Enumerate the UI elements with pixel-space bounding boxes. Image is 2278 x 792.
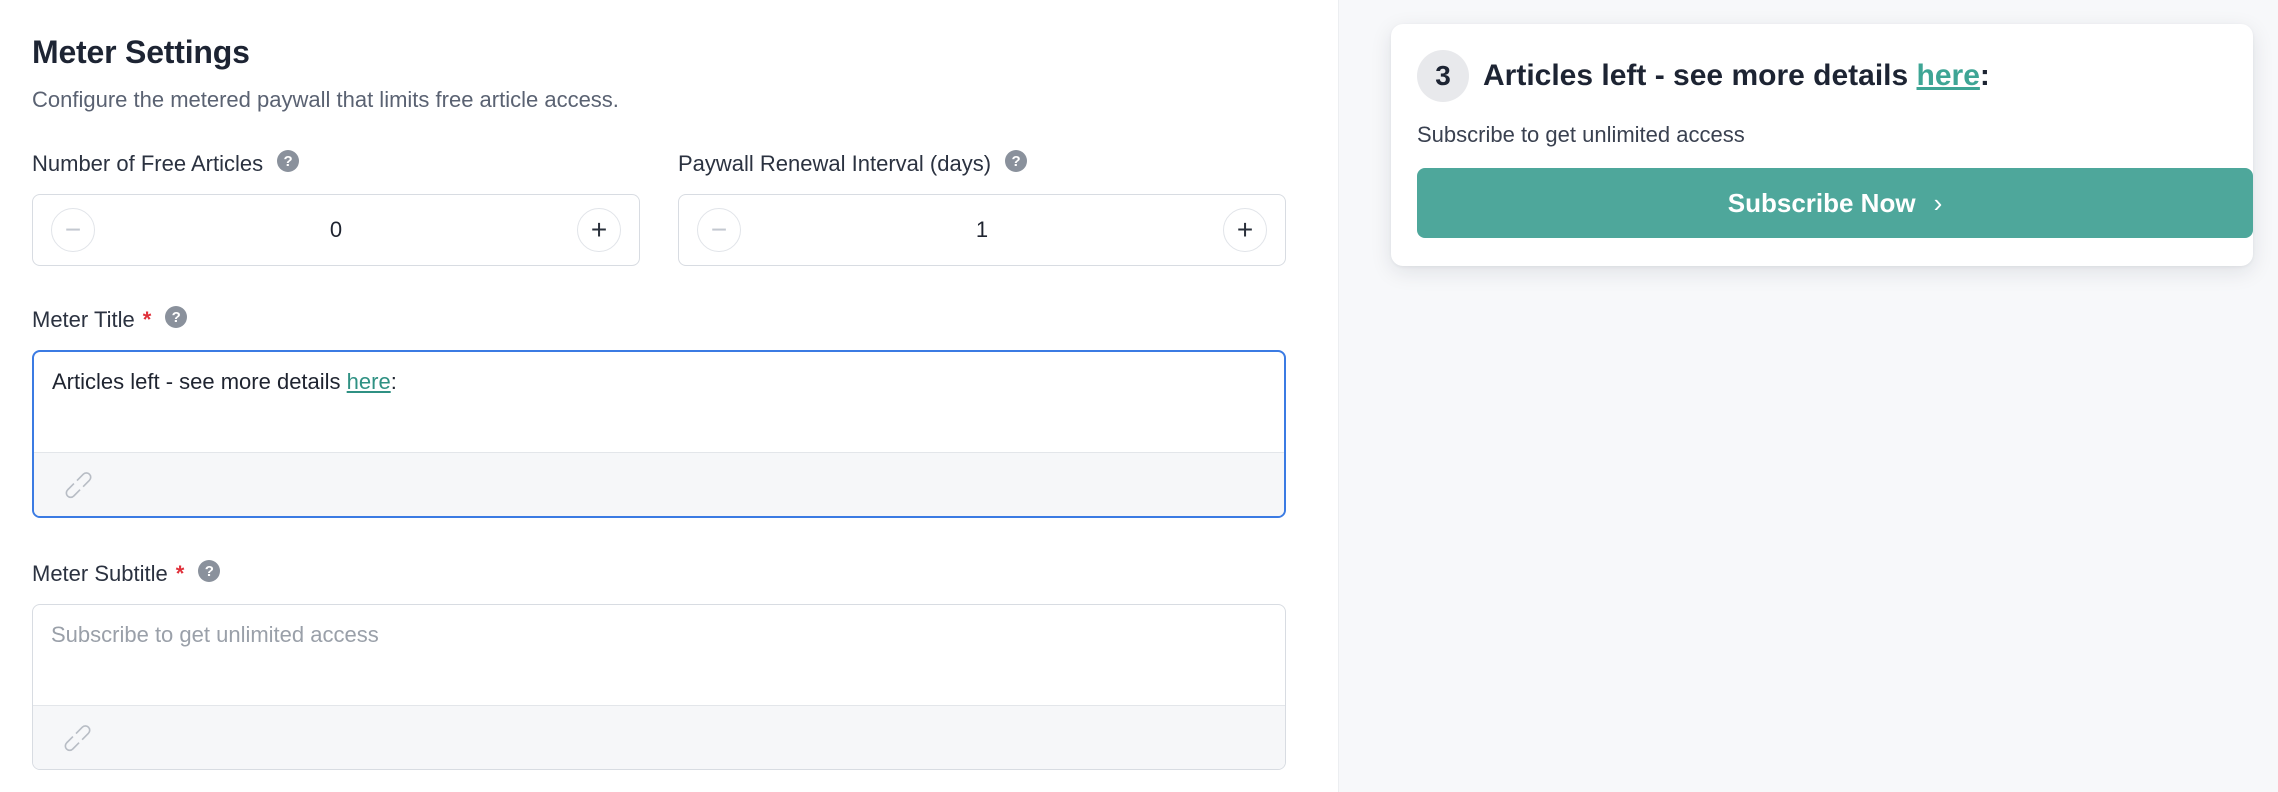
required-mark: * <box>142 307 152 332</box>
editor-toolbar: ⊂⊃ <box>33 705 1285 769</box>
required-mark: * <box>175 561 185 586</box>
link-icon[interactable]: ⊂⊃ <box>56 462 100 506</box>
meter-preview-title: Articles left - see more details here: <box>1483 59 1990 93</box>
meter-title-text: Articles left - see more details <box>52 369 347 394</box>
meter-subtitle-editor[interactable]: Subscribe to get unlimited access ⊂⊃ <box>32 604 1286 770</box>
meter-title-input[interactable]: Articles left - see more details here: <box>34 352 1284 452</box>
meter-title-label-text: Meter Title <box>32 307 135 332</box>
plus-icon: + <box>1236 214 1254 245</box>
meter-preview-title-text: Articles left - see more details <box>1483 59 1917 92</box>
meter-preview-title-link[interactable]: here <box>1917 59 1980 92</box>
subscribe-now-button[interactable]: Subscribe Now › <box>1417 168 2253 238</box>
meter-title-field: Meter Title * ? Articles left - see more… <box>32 306 1286 518</box>
free-articles-stepper: − 0 + <box>32 194 640 266</box>
page-title: Meter Settings <box>32 34 250 70</box>
renewal-interval-field: Paywall Renewal Interval (days) ? − 1 + <box>678 150 1286 266</box>
page: Meter Settings Configure the metered pay… <box>0 0 2278 792</box>
help-icon[interactable]: ? <box>165 306 188 328</box>
decrement-button[interactable]: − <box>697 208 741 252</box>
stepper-row: Number of Free Articles ? − 0 + Paywall … <box>32 150 1286 266</box>
subscribe-now-label: Subscribe Now <box>1727 187 1916 218</box>
meter-subtitle-label: Meter Subtitle * ? <box>32 560 1286 588</box>
free-articles-field: Number of Free Articles ? − 0 + <box>32 150 640 266</box>
minus-icon: − <box>710 214 728 245</box>
renewal-interval-label: Paywall Renewal Interval (days) ? <box>678 150 1286 178</box>
articles-left-count-badge: 3 <box>1417 50 1469 102</box>
renewal-interval-stepper: − 1 + <box>678 194 1286 266</box>
meter-preview-header: 3 Articles left - see more details here: <box>1417 50 2227 102</box>
meter-subtitle-input[interactable]: Subscribe to get unlimited access <box>33 605 1285 705</box>
meter-title-editor[interactable]: Articles left - see more details here: ⊂… <box>32 350 1286 518</box>
increment-button[interactable]: + <box>577 208 621 252</box>
help-icon[interactable]: ? <box>1005 150 1028 172</box>
free-articles-label-text: Number of Free Articles <box>32 151 264 176</box>
help-icon[interactable]: ? <box>198 560 221 582</box>
decrement-button[interactable]: − <box>51 208 95 252</box>
meter-title-label: Meter Title * ? <box>32 306 1286 334</box>
renewal-interval-label-text: Paywall Renewal Interval (days) <box>678 151 992 176</box>
meter-subtitle-label-text: Meter Subtitle <box>32 561 168 586</box>
free-articles-value[interactable]: 0 <box>330 217 342 243</box>
meter-preview-title-suffix: : <box>1979 59 1990 92</box>
page-description: Configure the metered paywall that limit… <box>32 87 619 112</box>
help-icon[interactable]: ? <box>277 150 300 172</box>
meter-title-suffix: : <box>390 369 397 394</box>
renewal-interval-value[interactable]: 1 <box>976 217 988 243</box>
meter-preview-subtitle: Subscribe to get unlimited access <box>1417 122 1745 147</box>
plus-icon: + <box>590 214 608 245</box>
chevron-right-icon: › <box>1933 187 1943 218</box>
link-icon[interactable]: ⊂⊃ <box>55 715 99 759</box>
settings-panel: Meter Settings Configure the metered pay… <box>0 0 1338 792</box>
preview-panel: 3 Articles left - see more details here:… <box>1338 0 2278 792</box>
minus-icon: − <box>64 214 82 245</box>
meter-title-link[interactable]: here <box>347 369 391 394</box>
meter-subtitle-field: Meter Subtitle * ? Subscribe to get unli… <box>32 560 1286 770</box>
editor-toolbar: ⊂⊃ <box>34 452 1284 516</box>
free-articles-label: Number of Free Articles ? <box>32 150 640 178</box>
increment-button[interactable]: + <box>1223 208 1267 252</box>
meter-preview-card: 3 Articles left - see more details here:… <box>1391 24 2253 266</box>
